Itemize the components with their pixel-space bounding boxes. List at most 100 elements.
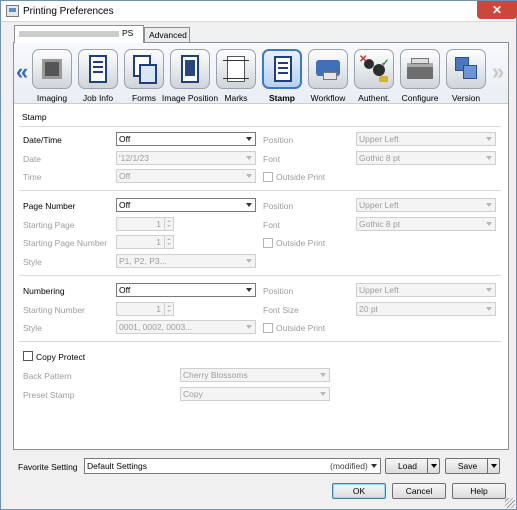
numbering-position-select[interactable]: Upper Left: [356, 283, 496, 297]
page-number-label: Page Number: [23, 201, 76, 211]
position-value: Upper Left: [359, 200, 399, 210]
position-value: Upper Left: [359, 134, 399, 144]
marks-icon: [216, 49, 256, 89]
load-button-label: Load: [398, 461, 417, 471]
favorite-setting-select[interactable]: Default Settings (modified): [84, 458, 381, 474]
scroll-right-button[interactable]: »: [492, 59, 504, 85]
help-button[interactable]: Help: [452, 483, 506, 499]
date-select[interactable]: '12/1/23: [116, 151, 256, 165]
numbering-outside-print-checkbox[interactable]: [263, 323, 273, 333]
font-label: Font: [263, 220, 281, 230]
starting-number-label: Starting Number: [23, 305, 85, 315]
title-bar: Printing Preferences ✕: [1, 1, 517, 22]
spin-arrows-icon[interactable]: [164, 218, 173, 230]
starting-page-number-label: Starting Page Number: [23, 238, 108, 248]
chevron-down-icon: [320, 373, 326, 377]
outside-print-label: Outside Print: [276, 172, 326, 182]
load-dropdown-icon[interactable]: [427, 459, 439, 473]
numbering-select[interactable]: Off: [116, 283, 256, 297]
printer-icon: [6, 5, 19, 17]
imaging-icon: [32, 49, 72, 89]
starting-page-number-stepper[interactable]: 1: [116, 235, 174, 249]
tab-ps[interactable]: PS: [14, 25, 144, 43]
tab-advanced[interactable]: Advanced: [144, 27, 190, 43]
spin-arrows-icon[interactable]: [164, 236, 173, 248]
resize-grip[interactable]: [505, 498, 515, 508]
close-icon: ✕: [491, 3, 503, 17]
preset-stamp-select[interactable]: Copy: [180, 387, 330, 401]
chevron-down-icon: [246, 137, 252, 141]
font-value: Gothic 8 pt: [359, 153, 401, 163]
date-value: '12/1/23: [119, 153, 149, 163]
back-pattern-select[interactable]: Cherry Blossoms: [180, 368, 330, 382]
chevron-down-icon: [246, 156, 252, 160]
section-title-stamp: Stamp: [22, 112, 47, 122]
favorite-setting-value: Default Settings: [87, 461, 148, 471]
save-button[interactable]: Save: [445, 458, 500, 474]
preset-stamp-value: Copy: [183, 389, 203, 399]
page-number-position-select[interactable]: Upper Left: [356, 198, 496, 212]
toolbar-item-version[interactable]: Version: [444, 49, 488, 103]
chevron-down-icon: [246, 203, 252, 207]
date-time-label: Date/Time: [23, 135, 62, 145]
spin-arrows-icon[interactable]: [164, 303, 173, 315]
ok-button[interactable]: OK: [332, 483, 386, 499]
date-time-font-select[interactable]: Gothic 8 pt: [356, 151, 496, 165]
preset-stamp-label: Preset Stamp: [23, 390, 75, 400]
redacted-printer-name: [19, 30, 119, 37]
page-number-style-select[interactable]: P1, P2, P3...: [116, 254, 256, 268]
ok-button-label: OK: [352, 486, 366, 496]
numbering-value: Off: [119, 285, 131, 295]
page-number-outside-print-checkbox[interactable]: [263, 238, 273, 248]
divider: [19, 275, 501, 276]
time-label: Time: [23, 172, 42, 182]
scroll-left-button[interactable]: «: [16, 59, 28, 85]
chevron-down-icon: [246, 259, 252, 263]
position-label: Position: [263, 135, 294, 145]
numbering-style-select[interactable]: 0001, 0002, 0003...: [116, 320, 256, 334]
numbering-label: Numbering: [23, 286, 65, 296]
tab-ps-label: PS: [122, 28, 134, 38]
image-position-icon: [170, 49, 210, 89]
page-number-select[interactable]: Off: [116, 198, 256, 212]
chevron-down-icon: [246, 325, 252, 329]
chevron-down-icon: [486, 137, 492, 141]
load-button[interactable]: Load: [385, 458, 440, 474]
date-time-position-select[interactable]: Upper Left: [356, 132, 496, 146]
version-icon: [446, 49, 486, 89]
time-select[interactable]: Off: [116, 169, 256, 183]
copy-protect-label: Copy Protect: [36, 352, 86, 362]
style-label: Style: [23, 257, 42, 267]
font-size-label: Font Size: [263, 305, 299, 315]
date-time-outside-print-checkbox[interactable]: [263, 172, 273, 182]
starting-page-number-value: 1: [156, 237, 161, 247]
font-size-value: 20 pt: [359, 304, 378, 314]
forms-icon: [124, 49, 164, 89]
help-button-label: Help: [470, 486, 488, 496]
starting-page-stepper[interactable]: 1: [116, 217, 174, 231]
back-pattern-value: Cherry Blossoms: [183, 370, 248, 380]
numbering-font-size-select[interactable]: 20 pt: [356, 302, 496, 316]
date-time-select[interactable]: Off: [116, 132, 256, 146]
page-number-font-select[interactable]: Gothic 8 pt: [356, 217, 496, 231]
save-dropdown-icon[interactable]: [487, 459, 499, 473]
position-label: Position: [263, 286, 294, 296]
workflow-icon: [308, 49, 348, 89]
position-value: Upper Left: [359, 285, 399, 295]
position-label: Position: [263, 201, 294, 211]
job-info-icon: [78, 49, 118, 89]
starting-number-stepper[interactable]: 1: [116, 302, 174, 316]
close-button[interactable]: ✕: [477, 1, 517, 19]
settings-panel: « » Imaging Job Info Forms Image Positio…: [13, 42, 509, 450]
date-label: Date: [23, 154, 41, 164]
back-pattern-label: Back Pattern: [23, 371, 72, 381]
tab-advanced-label: Advanced: [149, 30, 187, 40]
modified-indicator: (modified): [330, 461, 368, 471]
copy-protect-checkbox[interactable]: [23, 351, 33, 361]
save-button-label: Save: [457, 461, 478, 471]
chevron-down-icon: [320, 392, 326, 396]
toolbar-label: Version: [451, 93, 481, 103]
cancel-button[interactable]: Cancel: [392, 483, 446, 499]
chevron-down-icon: [371, 464, 377, 468]
time-value: Off: [119, 171, 131, 181]
